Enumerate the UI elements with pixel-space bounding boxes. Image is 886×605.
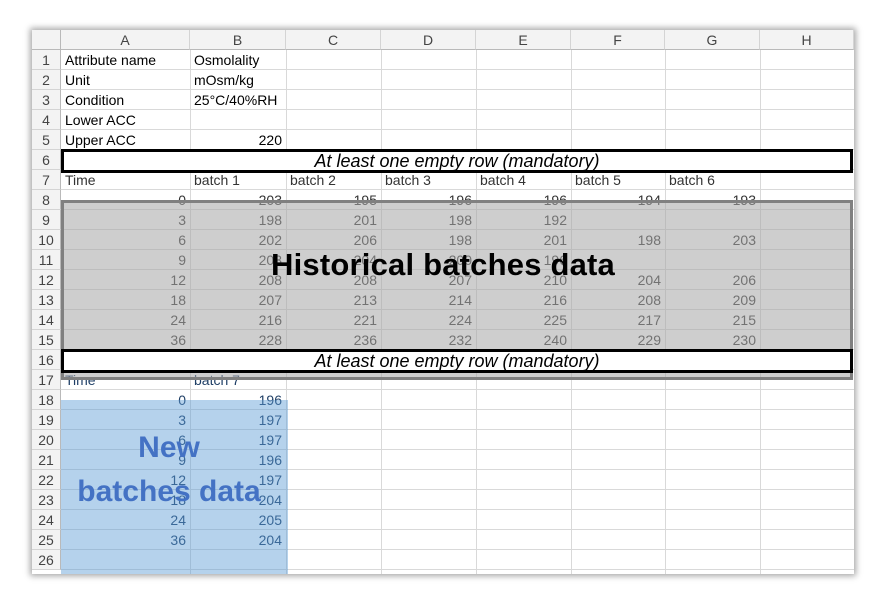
cell-a7[interactable]: Time <box>61 170 190 190</box>
new-batches-label: New batches data <box>64 426 274 514</box>
cell-b5[interactable]: 220 <box>190 130 286 150</box>
cell-b3[interactable]: 25°C/40%RH <box>190 90 286 110</box>
empty-row-annotation-bottom: At least one empty row (mandatory) <box>61 349 853 373</box>
row-header-6[interactable]: 6 <box>32 150 61 170</box>
historical-batches-label: Historical batches data <box>271 247 615 282</box>
cell-a3[interactable]: Condition <box>61 90 190 110</box>
column-header-a[interactable]: A <box>61 30 190 50</box>
row-header-17[interactable]: 17 <box>32 370 61 390</box>
spreadsheet: ABCDEFGH 1 2 3 4 5 6 7 8 9 10 11 12 13 14 15 16 17 18 19 20… <box>32 30 854 574</box>
row-header-20[interactable]: 20 <box>32 430 61 450</box>
row-header-15[interactable]: 15 <box>32 330 61 350</box>
row-header-5[interactable]: 5 <box>32 130 61 150</box>
row-header-22[interactable]: 22 <box>32 470 61 490</box>
cell-d7[interactable]: batch 3 <box>381 170 476 190</box>
row-header-21[interactable]: 21 <box>32 450 61 470</box>
column-header-d[interactable]: D <box>381 30 476 50</box>
row-header-4[interactable]: 4 <box>32 110 61 130</box>
cell-b1[interactable]: Osmolality <box>190 50 286 70</box>
column-header-b[interactable]: B <box>190 30 286 50</box>
row-header-8[interactable]: 8 <box>32 190 61 210</box>
new-batches-label-line2: batches data <box>77 475 261 508</box>
row-header-13[interactable]: 13 <box>32 290 61 310</box>
column-header-g[interactable]: G <box>665 30 760 50</box>
row-header-9[interactable]: 9 <box>32 210 61 230</box>
row-header-2[interactable]: 2 <box>32 70 61 90</box>
row-header-19[interactable]: 19 <box>32 410 61 430</box>
cell-b2[interactable]: mOsm/kg <box>190 70 286 90</box>
cell-c7[interactable]: batch 2 <box>286 170 381 190</box>
column-header-e[interactable]: E <box>476 30 571 50</box>
cell-a2[interactable]: Unit <box>61 70 190 90</box>
row-header-26[interactable]: 26 <box>32 550 61 570</box>
row-header-24[interactable]: 24 <box>32 510 61 530</box>
cell-a5[interactable]: Upper ACC <box>61 130 190 150</box>
row-header-25[interactable]: 25 <box>32 530 61 550</box>
row-header-23[interactable]: 23 <box>32 490 61 510</box>
empty-row-annotation-top: At least one empty row (mandatory) <box>61 149 853 173</box>
column-header-h[interactable]: H <box>760 30 854 50</box>
cell-f7[interactable]: batch 5 <box>571 170 665 190</box>
cell-b7[interactable]: batch 1 <box>190 170 286 190</box>
new-batches-label-line1: New <box>138 431 200 464</box>
column-header-c[interactable]: C <box>286 30 381 50</box>
cell-a4[interactable]: Lower ACC <box>61 110 190 130</box>
column-header-f[interactable]: F <box>571 30 665 50</box>
row-header-1[interactable]: 1 <box>32 50 61 70</box>
cell-a1[interactable]: Attribute name <box>61 50 190 70</box>
cell-g7[interactable]: batch 6 <box>665 170 760 190</box>
row-header-16[interactable]: 16 <box>32 350 61 370</box>
row-header-7[interactable]: 7 <box>32 170 61 190</box>
cell-e7[interactable]: batch 4 <box>476 170 571 190</box>
row-header-18[interactable]: 18 <box>32 390 61 410</box>
select-all-corner[interactable] <box>32 30 61 50</box>
row-header-3[interactable]: 3 <box>32 90 61 110</box>
row-header-14[interactable]: 14 <box>32 310 61 330</box>
